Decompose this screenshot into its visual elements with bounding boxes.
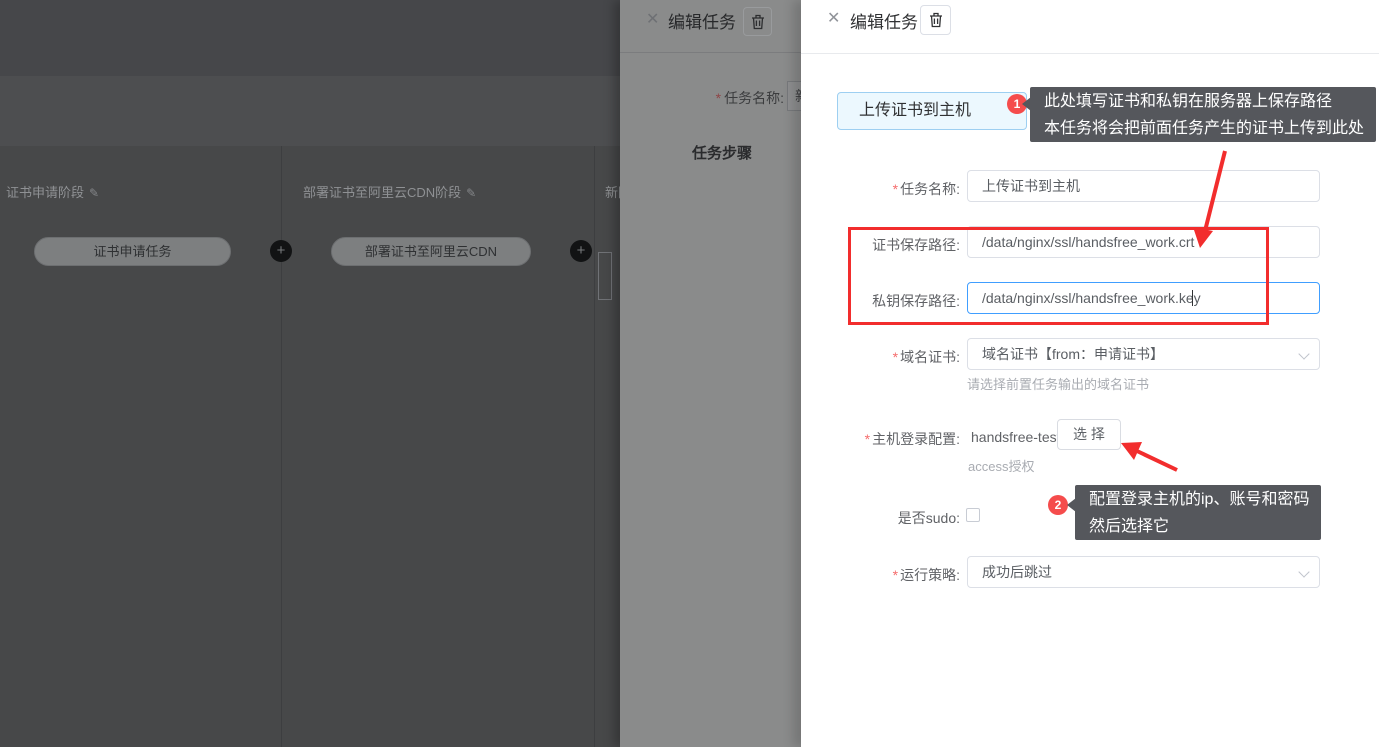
delete-task-button[interactable] xyxy=(920,5,951,35)
task-node-deploy-cdn[interactable]: 部署证书至阿里云CDN xyxy=(331,237,531,266)
host-login-hint: access授权 xyxy=(968,456,1034,475)
edit-stage-icon[interactable]: ✎ xyxy=(466,186,476,200)
stage-divider xyxy=(281,146,282,747)
host-login-value: handsfree-test xyxy=(971,429,1061,445)
stage-title-text: 证书申请阶段 xyxy=(6,185,84,200)
annotation-tooltip-1: 此处填写证书和私钥在服务器上保存路径 本任务将会把前面任务产生的证书上传到此处 xyxy=(1030,87,1376,142)
task-name-label: *任务名称: xyxy=(790,179,960,199)
run-policy-label: *运行策略: xyxy=(790,565,960,585)
stage-title-text: 新阶段 xyxy=(605,185,620,200)
edit-task-drawer-back xyxy=(620,0,801,747)
required-mark: * xyxy=(893,567,898,583)
delete-task-button[interactable] xyxy=(743,7,772,36)
required-mark: * xyxy=(716,90,721,106)
required-mark: * xyxy=(893,349,898,365)
tooltip-line: 然后选择它 xyxy=(1089,513,1309,540)
new-task-card-sliver xyxy=(598,252,612,300)
stage-title-3: 新阶段 xyxy=(605,182,620,200)
annotation-highlight-rect xyxy=(848,227,1269,325)
label-text: 主机登录配置: xyxy=(872,431,960,447)
select-host-button[interactable]: 选 择 xyxy=(1057,419,1121,450)
task-node-cert-request[interactable]: 证书申请任务 xyxy=(34,237,231,266)
label-text: 运行策略: xyxy=(900,567,960,583)
annotation-badge-2: 2 xyxy=(1048,495,1068,515)
edit-stage-icon[interactable]: ✎ xyxy=(89,186,99,200)
close-icon[interactable]: ✕ xyxy=(646,9,659,29)
trash-icon xyxy=(751,14,765,30)
stage-divider xyxy=(594,146,595,747)
required-mark: * xyxy=(865,431,870,447)
drawer-header-divider xyxy=(801,53,1379,54)
required-mark: * xyxy=(893,181,898,197)
host-login-label: *主机登录配置: xyxy=(790,429,960,449)
label-text: 任务名称: xyxy=(724,90,784,106)
stage-title-1: 证书申请阶段 ✎ xyxy=(6,182,99,200)
task-name-input[interactable]: 上传证书到主机 xyxy=(967,170,1320,202)
task-name-label-back: *任务名称: xyxy=(660,88,784,108)
run-policy-select[interactable]: 成功后跳过 xyxy=(967,556,1320,588)
stage-title-text: 部署证书至阿里云CDN阶段 xyxy=(303,185,461,200)
domain-cert-label: *域名证书: xyxy=(790,347,960,367)
app-root: 证书申请阶段 ✎ 部署证书至阿里云CDN阶段 ✎ 新阶段 证书申请任务 + 部署证书… xyxy=(0,0,1379,747)
add-stage-button[interactable]: + xyxy=(570,240,592,262)
domain-cert-hint: 请选择前置任务输出的域名证书 xyxy=(967,374,1149,393)
add-stage-button[interactable]: + xyxy=(270,240,292,262)
annotation-tooltip-2: 配置登录主机的ip、账号和密码 然后选择它 xyxy=(1075,485,1321,540)
label-text: 任务名称: xyxy=(900,181,960,197)
drawer-header-divider xyxy=(620,52,801,53)
task-steps-heading: 任务步骤 xyxy=(692,142,752,163)
tooltip-line: 此处填写证书和私钥在服务器上保存路径 xyxy=(1044,88,1364,115)
selected-step-button[interactable]: 上传证书到主机 xyxy=(837,92,1027,130)
drawer-title: 编辑任务 xyxy=(668,8,736,33)
sudo-checkbox[interactable] xyxy=(966,508,980,522)
drawer-title: 编辑任务 xyxy=(850,8,918,33)
tooltip-line: 配置登录主机的ip、账号和密码 xyxy=(1089,486,1309,513)
sudo-label: 是否sudo: xyxy=(790,508,960,528)
close-icon[interactable]: ✕ xyxy=(827,8,840,28)
tooltip-line: 本任务将会把前面任务产生的证书上传到此处 xyxy=(1044,115,1364,142)
trash-icon xyxy=(929,12,943,28)
domain-cert-select[interactable]: 域名证书【from：申请证书】 xyxy=(967,338,1320,370)
label-text: 域名证书: xyxy=(900,349,960,365)
stage-title-2: 部署证书至阿里云CDN阶段 ✎ xyxy=(303,182,476,200)
